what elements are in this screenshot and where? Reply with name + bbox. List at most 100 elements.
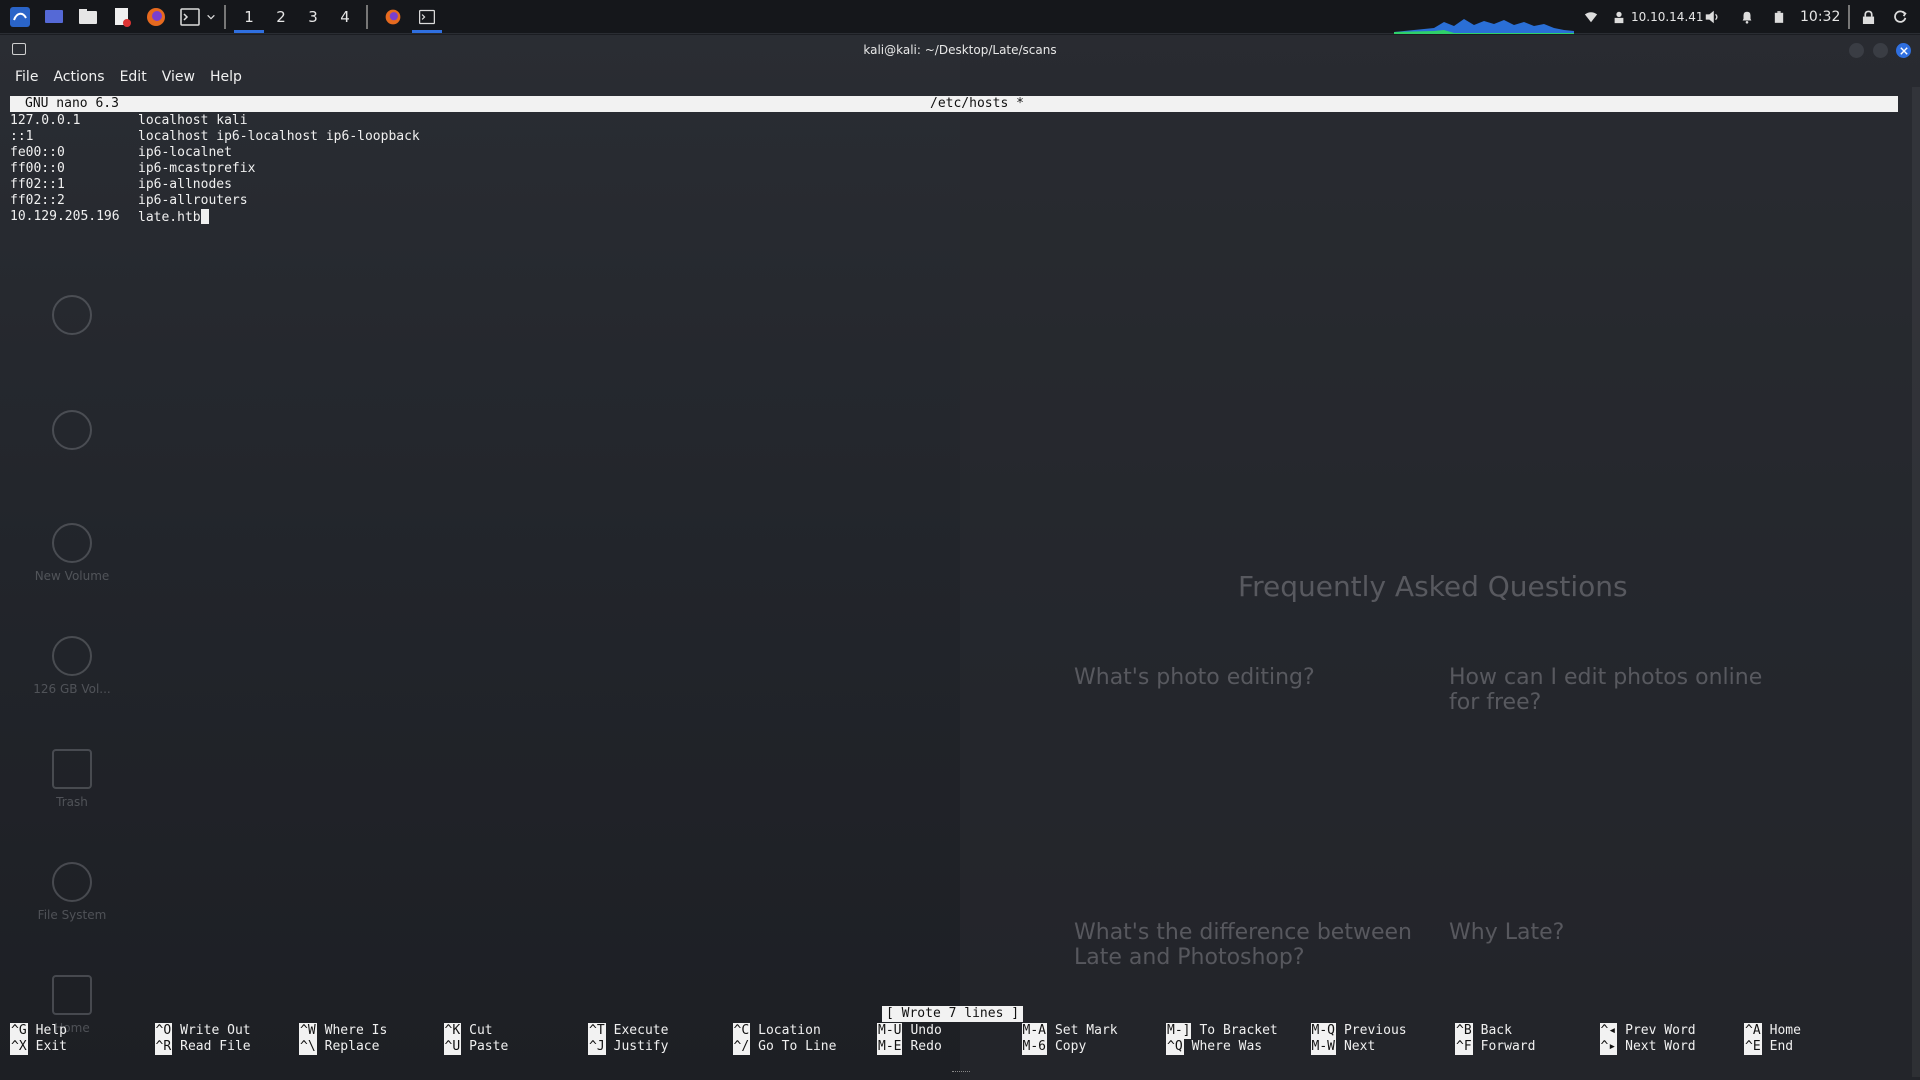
- shortcut[interactable]: ^T Execute: [588, 1023, 728, 1039]
- workspace-2[interactable]: 2: [266, 2, 296, 32]
- line-ip: 127.0.0.1: [10, 113, 81, 128]
- shortcut[interactable]: ^J Justify: [588, 1039, 728, 1055]
- shortcut[interactable]: M-] To Bracket: [1166, 1023, 1306, 1039]
- shortcut-label: Read File: [180, 1039, 251, 1054]
- shortcut-label: Next Word: [1625, 1039, 1696, 1054]
- shortcut[interactable]: ^W Where Is: [299, 1023, 439, 1039]
- wifi-icon[interactable]: [1584, 0, 1598, 34]
- shortcut-pair: M-A Set Mark M-6 Copy: [1021, 1023, 1162, 1055]
- shortcut[interactable]: ^C Location: [732, 1023, 873, 1039]
- shortcut[interactable]: ^K Cut: [443, 1023, 584, 1039]
- menu-actions[interactable]: Actions: [53, 69, 104, 85]
- file-line: ::1 localhost ip6-localhost ip6-loopback: [10, 129, 610, 145]
- shortcut-pair: ^A Home ^E End: [1744, 1023, 1884, 1055]
- workspace-4[interactable]: 4: [330, 2, 360, 32]
- shortcut-key: M-A: [1021, 1023, 1047, 1039]
- logout-icon[interactable]: [1894, 0, 1908, 34]
- menu-view[interactable]: View: [162, 69, 195, 85]
- file-line: 10.129.205.196 late.htb: [10, 209, 610, 225]
- firefox-icon: [385, 9, 401, 24]
- task-terminal[interactable]: [412, 2, 442, 33]
- battery-icon[interactable]: [1774, 0, 1784, 34]
- shortcut[interactable]: ^▸ Next Word: [1599, 1039, 1740, 1055]
- network-graph: [1394, 19, 1574, 34]
- shortcut-label: Prev Word: [1625, 1023, 1696, 1038]
- line-host: ip6-allnodes: [138, 177, 232, 192]
- show-desktop-icon[interactable]: [40, 3, 68, 31]
- shortcut[interactable]: ^U Paste: [443, 1039, 584, 1055]
- shortcut-label: Execute: [613, 1023, 669, 1038]
- shortcut-key: M-6: [1021, 1039, 1047, 1055]
- shortcut-key: ^C: [732, 1023, 751, 1039]
- shortcut-label: Cut: [469, 1023, 493, 1038]
- shortcut-pair: ^W Where Is ^\ Replace: [299, 1023, 439, 1055]
- shortcut[interactable]: ^G Help: [10, 1023, 150, 1039]
- line-host: localhost kali: [138, 113, 248, 128]
- volume-icon[interactable]: [1704, 0, 1720, 34]
- menu-help[interactable]: Help: [210, 69, 242, 85]
- shortcut[interactable]: ^X Exit: [10, 1039, 150, 1055]
- text-editor-icon[interactable]: [108, 3, 136, 31]
- shortcut-key: M-]: [1166, 1023, 1192, 1039]
- text-cursor: [200, 209, 209, 224]
- shortcut[interactable]: M-Q Previous: [1310, 1023, 1451, 1039]
- menu-edit[interactable]: Edit: [120, 69, 147, 85]
- resize-grip[interactable]: [952, 1071, 970, 1073]
- nano-shortcut-bar: ^G Help ^X Exit ^O Write Out ^R Read File ^W Wher…: [10, 1023, 1910, 1057]
- shortcut-label: Replace: [324, 1039, 380, 1054]
- shortcut-key: ^G: [10, 1023, 28, 1039]
- lock-screen-icon[interactable]: [1862, 0, 1875, 34]
- vpn-ip: 10.10.14.41: [1631, 10, 1704, 24]
- shortcut-key: ^A: [1744, 1023, 1762, 1039]
- shortcut[interactable]: ^E End: [1744, 1039, 1884, 1055]
- close-button[interactable]: [1896, 43, 1911, 58]
- nano-header-bar: GNU nano 6.3 /etc/hosts *: [10, 96, 1898, 112]
- terminal-launcher-icon[interactable]: [176, 3, 204, 31]
- line-host: localhost ip6-localhost ip6-loopback: [138, 129, 420, 144]
- nano-editor-area[interactable]: 127.0.0.1 localhost kali ::1 localhost ip6…: [10, 113, 610, 225]
- maximize-button[interactable]: [1873, 43, 1888, 58]
- shortcut-label: Help: [35, 1023, 67, 1038]
- shortcut-label: Where Was: [1191, 1039, 1263, 1054]
- shortcut[interactable]: ^◂ Prev Word: [1599, 1023, 1740, 1039]
- shortcut[interactable]: ^B Back: [1455, 1023, 1595, 1039]
- shortcut[interactable]: ^/ Go To Line: [732, 1039, 873, 1055]
- shortcut-label: Next: [1343, 1039, 1376, 1054]
- shortcut-label: Write Out: [180, 1023, 251, 1038]
- shortcut[interactable]: M-6 Copy: [1021, 1039, 1162, 1055]
- shortcut[interactable]: M-A Set Mark: [1021, 1023, 1162, 1039]
- kali-menu-icon[interactable]: [6, 3, 34, 31]
- firefox-icon[interactable]: [142, 3, 170, 31]
- vpn-indicator[interactable]: 10.10.14.41: [1612, 0, 1704, 34]
- shortcut-label: Justify: [613, 1039, 669, 1054]
- file-line: 127.0.0.1 localhost kali: [10, 113, 610, 129]
- shortcut[interactable]: ^A Home: [1744, 1023, 1884, 1039]
- clock[interactable]: 10:32: [1800, 0, 1840, 34]
- shortcut[interactable]: M-U Undo: [877, 1023, 1017, 1039]
- shortcut-key: ^\: [299, 1039, 317, 1055]
- chevron-down-icon[interactable]: [204, 3, 218, 31]
- shortcut-label: Back: [1480, 1023, 1512, 1038]
- shortcut-key: ^R: [154, 1039, 173, 1055]
- file-manager-icon[interactable]: [74, 3, 102, 31]
- shortcut[interactable]: M-W Next: [1310, 1039, 1451, 1055]
- workspace-3[interactable]: 3: [298, 2, 328, 32]
- shortcut[interactable]: ^\ Replace: [299, 1039, 439, 1055]
- vertical-scrollbar[interactable]: [1912, 87, 1920, 1077]
- task-firefox[interactable]: [378, 2, 408, 32]
- workspace-1[interactable]: 1: [234, 2, 264, 33]
- shortcut-key: M-Q: [1310, 1023, 1336, 1039]
- shortcut-key: ^X: [10, 1039, 28, 1055]
- shortcut[interactable]: ^O Write Out: [154, 1023, 295, 1039]
- line-ip: ff00::0: [10, 161, 65, 176]
- shortcut[interactable]: ^R Read File: [154, 1039, 295, 1055]
- shortcut[interactable]: ^F Forward: [1455, 1039, 1595, 1055]
- minimize-button[interactable]: [1849, 43, 1864, 58]
- shortcut-key: ^O: [154, 1023, 173, 1039]
- shortcut[interactable]: ^Q Where Was: [1166, 1039, 1306, 1055]
- shortcut[interactable]: M-E Redo: [877, 1039, 1017, 1055]
- notifications-icon[interactable]: [1740, 0, 1754, 34]
- menu-file[interactable]: File: [15, 69, 38, 85]
- window-titlebar[interactable]: kali@kali: ~/Desktop/Late/scans: [0, 35, 1920, 65]
- line-ip: ff02::2: [10, 193, 65, 208]
